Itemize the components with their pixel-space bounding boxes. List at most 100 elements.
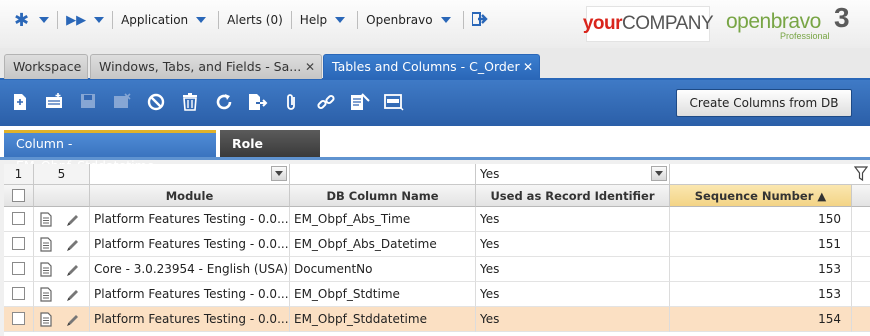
- db-column-cell: DocumentNo: [290, 257, 476, 282]
- pencil-icon[interactable]: [66, 212, 80, 226]
- identifier-value: Yes: [480, 287, 500, 301]
- quick-launch-icon[interactable]: ✱: [14, 10, 29, 31]
- record-identifier-filter[interactable]: Yes: [476, 164, 670, 185]
- column-header-sequence[interactable]: Sequence Number ▲: [670, 185, 852, 207]
- checkbox[interactable]: [12, 189, 25, 202]
- sequence-cell: 153: [670, 282, 852, 307]
- module-value: Platform Features Testing - 0.0....: [94, 237, 290, 251]
- close-icon[interactable]: ✕: [523, 55, 533, 79]
- delete-block-icon[interactable]: [145, 91, 167, 113]
- new-document-icon[interactable]: [9, 91, 31, 113]
- menu-openbravo[interactable]: Openbravo: [366, 13, 432, 27]
- company-logo-text: your: [582, 13, 623, 34]
- refresh-icon[interactable]: [213, 91, 235, 113]
- chevron-down-icon[interactable]: [440, 17, 451, 23]
- module-cell: Platform Features Testing - 0.0....: [90, 282, 290, 307]
- logout-icon[interactable]: [470, 11, 488, 29]
- checkbox[interactable]: [12, 237, 25, 250]
- row-checkbox-cell[interactable]: [4, 207, 34, 232]
- document-icon[interactable]: [40, 212, 52, 227]
- undo-icon[interactable]: [111, 91, 133, 113]
- column-header-label: Sequence Number ▲: [694, 189, 827, 203]
- checkbox[interactable]: [12, 312, 25, 325]
- close-icon[interactable]: ✕: [305, 55, 315, 79]
- actions-header: [34, 185, 90, 207]
- row-checkbox-cell[interactable]: [4, 282, 34, 307]
- pencil-icon[interactable]: [66, 287, 80, 301]
- tab-windows-tabs-fields[interactable]: Windows, Tabs, and Fields - Sa... ✕: [90, 54, 322, 79]
- document-icon[interactable]: [40, 262, 52, 277]
- column-header-module[interactable]: Module: [90, 185, 290, 207]
- select-all-checkbox[interactable]: [4, 185, 34, 207]
- chevron-down-icon[interactable]: [94, 17, 105, 23]
- menu-help[interactable]: Help: [300, 13, 327, 27]
- row-actions: [34, 257, 90, 282]
- chevron-down-icon[interactable]: [39, 17, 50, 23]
- save-icon[interactable]: [77, 91, 99, 113]
- sequence-filter[interactable]: [670, 164, 870, 185]
- row-actions: [34, 282, 90, 307]
- menu-application[interactable]: Application: [121, 13, 188, 27]
- tab-workspace[interactable]: Workspace: [4, 54, 88, 79]
- pencil-icon[interactable]: [66, 262, 80, 276]
- checkbox[interactable]: [12, 287, 25, 300]
- export-icon[interactable]: [247, 91, 269, 113]
- module-filter[interactable]: [90, 164, 290, 185]
- subtab-role-access[interactable]: Role Access: [220, 130, 320, 178]
- db-column-value: EM_Obpf_Stdtime: [294, 287, 400, 301]
- product-edition: Professional: [780, 31, 830, 41]
- attachment-icon[interactable]: [281, 91, 303, 113]
- module-cell: Platform Features Testing - 0.0....: [90, 307, 290, 332]
- row-checkbox-cell[interactable]: [4, 257, 34, 282]
- db-column-cell: EM_Obpf_Abs_Time: [290, 207, 476, 232]
- module-value: Core - 3.0.23954 - English (USA): [94, 262, 289, 276]
- audit-icon[interactable]: [349, 91, 371, 113]
- db-column-value: EM_Obpf_Stddatetime: [294, 312, 427, 326]
- row-checkbox-cell[interactable]: [4, 307, 34, 332]
- sequence-value: 154: [818, 312, 841, 326]
- pencil-icon[interactable]: [66, 312, 80, 326]
- module-value: Platform Features Testing - 0.0....: [94, 287, 290, 301]
- document-icon[interactable]: [40, 312, 52, 327]
- link-icon[interactable]: [315, 91, 337, 113]
- sequence-cell: 150: [670, 207, 852, 232]
- grid-view-icon[interactable]: [383, 91, 405, 113]
- db-column-value: DocumentNo: [294, 262, 373, 276]
- child-tab-bar: Column - EM_Obpf_Stddatetime Role Access: [0, 126, 870, 178]
- trash-icon[interactable]: [179, 91, 201, 113]
- checkbox[interactable]: [12, 212, 25, 225]
- row-checkbox-cell[interactable]: [4, 232, 34, 257]
- row-actions: [34, 232, 90, 257]
- module-cell: Platform Features Testing - 0.0....: [90, 232, 290, 257]
- chevron-down-icon[interactable]: [651, 166, 667, 181]
- subtab-column[interactable]: Column - EM_Obpf_Stddatetime: [4, 130, 216, 173]
- db-column-value: EM_Obpf_Abs_Time: [294, 212, 411, 226]
- row-filler: [852, 207, 870, 232]
- funnel-icon[interactable]: [853, 166, 869, 184]
- create-columns-from-db-button[interactable]: Create Columns from DB: [676, 89, 852, 117]
- new-row-icon[interactable]: [43, 91, 65, 113]
- chevron-down-icon[interactable]: [196, 17, 207, 23]
- pencil-icon[interactable]: [66, 237, 80, 251]
- company-logo: your COMPANY: [582, 6, 714, 42]
- column-header-db-column[interactable]: DB Column Name: [290, 185, 476, 207]
- identifier-value: Yes: [480, 212, 500, 226]
- chevron-down-icon[interactable]: [271, 166, 287, 181]
- window-tab-bar: Workspace Windows, Tabs, and Fields - Sa…: [0, 48, 870, 80]
- db-column-cell: EM_Obpf_Abs_Datetime: [290, 232, 476, 257]
- fast-forward-icon[interactable]: ▶▶: [66, 13, 86, 28]
- identifier-value: Yes: [480, 312, 500, 326]
- row-filler: [852, 257, 870, 282]
- document-icon[interactable]: [40, 237, 52, 252]
- column-header-record-identifier[interactable]: Used as Record Identifier: [476, 185, 670, 207]
- record-toolbar: Create Columns from DB: [0, 80, 870, 126]
- total-count: 5: [34, 164, 90, 185]
- db-column-filter[interactable]: [290, 164, 476, 185]
- document-icon[interactable]: [40, 287, 52, 302]
- openbravo-logo: openbravo 3 Professional: [722, 2, 867, 44]
- tab-tables-columns[interactable]: Tables and Columns - C_Order ✕: [323, 54, 540, 79]
- checkbox[interactable]: [12, 262, 25, 275]
- row-filler: [852, 282, 870, 307]
- chevron-down-icon[interactable]: [335, 17, 346, 23]
- menu-alerts[interactable]: Alerts (0): [227, 13, 283, 27]
